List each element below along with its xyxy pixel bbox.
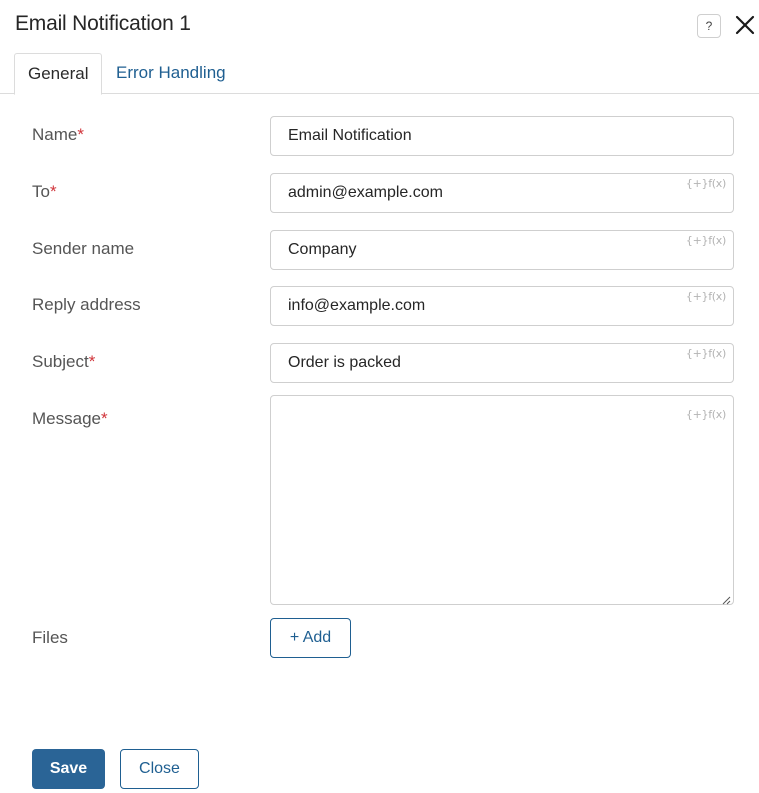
tab-general[interactable]: General: [14, 53, 103, 95]
message-label: Message*: [32, 409, 108, 428]
reply-address-input[interactable]: info@example.com {+}f(x): [270, 286, 734, 326]
required-mark: *: [49, 182, 57, 201]
resize-grip-icon[interactable]: [721, 592, 731, 605]
help-icon: ?: [705, 19, 713, 33]
message-textarea[interactable]: {+}f(x): [270, 395, 734, 605]
variable-function-icon[interactable]: {+}f(x): [686, 177, 726, 191]
sender-name-label: Sender name: [32, 239, 135, 258]
add-file-button[interactable]: + Add: [270, 618, 351, 658]
to-input[interactable]: admin@example.com {+}f(x): [270, 173, 734, 213]
required-mark: *: [100, 409, 108, 428]
required-mark: *: [88, 352, 96, 371]
reply-address-label: Reply address: [32, 295, 141, 314]
sender-name-input[interactable]: Company {+}f(x): [270, 230, 734, 270]
save-button[interactable]: Save: [32, 749, 105, 789]
variable-function-icon[interactable]: {+}f(x): [686, 408, 726, 422]
help-button[interactable]: ?: [697, 14, 721, 38]
files-label: Files: [32, 628, 68, 647]
tab-error-handling[interactable]: Error Handling: [103, 53, 239, 94]
name-label: Name*: [32, 125, 84, 144]
close-button[interactable]: Close: [120, 749, 199, 789]
tab-bar: General Error Handling: [0, 53, 759, 95]
dialog-title: Email Notification 1: [15, 12, 191, 35]
variable-function-icon[interactable]: {+}f(x): [686, 290, 726, 304]
close-icon[interactable]: [734, 14, 756, 36]
subject-input[interactable]: Order is packed {+}f(x): [270, 343, 734, 383]
variable-function-icon[interactable]: {+}f(x): [686, 234, 726, 248]
dialog-header: Email Notification 1 ?: [0, 0, 759, 52]
name-input[interactable]: Email Notification: [270, 116, 734, 156]
required-mark: *: [77, 125, 84, 144]
subject-label: Subject*: [32, 352, 96, 371]
to-label: To*: [32, 182, 57, 201]
variable-function-icon[interactable]: {+}f(x): [686, 347, 726, 361]
